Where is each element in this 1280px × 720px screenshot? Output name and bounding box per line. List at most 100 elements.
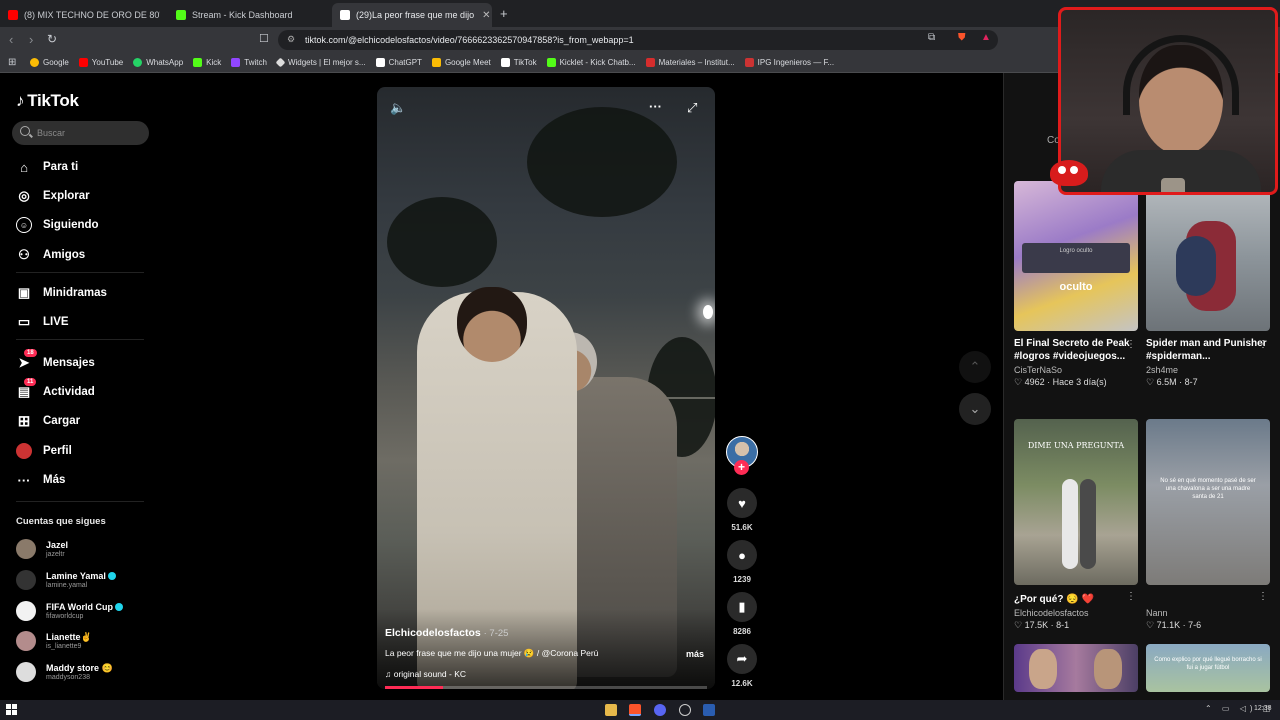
video-card[interactable]: Logro oculto oculto El Final Secreto de … bbox=[1014, 181, 1138, 388]
steam-icon[interactable] bbox=[703, 704, 715, 716]
followed-account[interactable]: Maddy store 😊 maddyson238 bbox=[16, 662, 113, 682]
save-button[interactable]: ▮ bbox=[727, 592, 757, 622]
bookmark-kicklet[interactable]: Kicklet - Kick Chatb... bbox=[546, 58, 636, 67]
bookmark-kick[interactable]: Kick bbox=[193, 58, 221, 67]
video-card[interactable]: No sé en qué momento pasé de ser una cha… bbox=[1146, 419, 1270, 631]
save-count: 8286 bbox=[733, 627, 751, 636]
bookmark-chatgpt[interactable]: ChatGPT bbox=[375, 58, 422, 67]
file-explorer-icon[interactable] bbox=[605, 704, 617, 716]
followed-account[interactable]: FIFA World Cup fifaworldcup bbox=[16, 601, 123, 621]
like-button[interactable]: ♥ bbox=[727, 488, 757, 518]
apps-grid-icon[interactable]: ⊞ bbox=[8, 57, 16, 68]
video-player[interactable]: 🔈 ··· ⤢ Elchicodelosfactos · 7-25 La peo… bbox=[377, 87, 715, 689]
brave-browser-icon[interactable] bbox=[629, 704, 641, 716]
caption-more-link[interactable]: más bbox=[686, 649, 704, 659]
translate-icon[interactable]: ⧉ bbox=[928, 32, 935, 43]
taskbar-clock[interactable]: 12:38 bbox=[1254, 705, 1272, 712]
browser-tab-tiktok[interactable]: (29)La peor frase que me dijo ✕ bbox=[332, 3, 492, 27]
follow-plus-icon[interactable]: + bbox=[734, 460, 749, 475]
bookmark-ipg[interactable]: IPG Ingenieros — F... bbox=[744, 58, 834, 67]
next-video-button[interactable]: ⌄ bbox=[959, 393, 991, 425]
previous-video-button[interactable]: ⌃ bbox=[959, 351, 991, 383]
video-thumbnail: No sé en qué momento pasé de ser una cha… bbox=[1146, 419, 1270, 585]
bookmark-twitch[interactable]: Twitch bbox=[231, 58, 267, 67]
followed-account[interactable]: Lianette✌️ is_lianette9 bbox=[16, 631, 92, 651]
bookmark-tiktok[interactable]: TikTok bbox=[500, 58, 537, 67]
start-button[interactable] bbox=[6, 704, 18, 716]
nav-mas[interactable]: ··· Más bbox=[16, 470, 66, 490]
nav-para-ti[interactable]: ⌂ Para ti bbox=[16, 157, 78, 177]
bookmark-google-meet[interactable]: Google Meet bbox=[431, 58, 491, 67]
followed-account[interactable]: Jazel jazeltr bbox=[16, 539, 68, 559]
new-tab-icon[interactable]: + bbox=[500, 6, 508, 21]
account-handle: jazeltr bbox=[46, 550, 65, 558]
nav-label: Siguiendo bbox=[43, 219, 99, 231]
reload-icon[interactable]: ↻ bbox=[47, 32, 57, 46]
address-bar[interactable]: ⚙ tiktok.com/@elchicodelosfactos/video/7… bbox=[278, 30, 998, 50]
volume-icon[interactable]: 🔈 bbox=[390, 100, 406, 116]
bookmark-whatsapp[interactable]: WhatsApp bbox=[133, 58, 183, 67]
fullscreen-icon[interactable]: ⤢ bbox=[687, 100, 697, 116]
card-more-icon[interactable]: ⋮ bbox=[1126, 339, 1136, 350]
forward-icon[interactable]: › bbox=[29, 32, 33, 47]
video-card[interactable]: Spider man and Punisher #spiderman... ⋮ … bbox=[1146, 181, 1270, 388]
bookmark-materiales[interactable]: Materiales – Institut... bbox=[645, 58, 735, 67]
nav-amigos[interactable]: ⚇ Amigos bbox=[16, 245, 85, 265]
card-more-icon[interactable]: ⋮ bbox=[1258, 339, 1268, 350]
video-card[interactable] bbox=[1014, 644, 1138, 692]
close-tab-icon[interactable]: ✕ bbox=[482, 10, 490, 21]
institute-icon bbox=[645, 58, 655, 67]
video-sound[interactable]: ♫ original sound - KC bbox=[385, 669, 466, 679]
comment-button[interactable]: ● bbox=[727, 540, 757, 570]
nav-label: Minidramas bbox=[43, 287, 107, 299]
video-caption: La peor frase que me dijo una mujer 😢 / … bbox=[385, 648, 599, 658]
video-scene bbox=[387, 197, 497, 287]
account-name: Maddy store 😊 bbox=[46, 662, 113, 673]
tiktok-logo-icon: ♪ bbox=[16, 91, 25, 110]
nav-label: Más bbox=[43, 474, 66, 486]
site-info-icon[interactable]: ⚙ bbox=[287, 34, 295, 45]
nav-mensajes[interactable]: ➤ 18 Mensajes bbox=[16, 349, 95, 373]
video-author[interactable]: Elchicodelosfactos · 7-25 bbox=[385, 627, 508, 639]
home-icon: ⌂ bbox=[20, 159, 28, 175]
bookmark-widgets[interactable]: Widgets | El mejor s... bbox=[275, 57, 366, 68]
rewards-icon[interactable]: ▲ bbox=[981, 32, 991, 43]
nav-live[interactable]: ▭ LIVE bbox=[16, 312, 69, 332]
nav-siguiendo[interactable]: ☺ Siguiendo bbox=[16, 215, 99, 235]
bookmark-google[interactable]: Google bbox=[30, 58, 69, 67]
following-icon: ☺ bbox=[16, 217, 32, 233]
card-more-icon[interactable]: ⋮ bbox=[1258, 591, 1268, 602]
thumbnail-figure bbox=[1176, 236, 1216, 296]
video-progress-bar[interactable] bbox=[385, 686, 707, 689]
browser-tab-youtube[interactable]: (8) MIX TECHNO DE ORO DE 80's & bbox=[0, 3, 160, 27]
bookmark-icon[interactable]: ☐ bbox=[259, 32, 269, 45]
bookmark-youtube[interactable]: YouTube bbox=[78, 58, 123, 67]
nav-explorar[interactable]: ◎ Explorar bbox=[16, 186, 89, 206]
nav-perfil[interactable]: Perfil bbox=[16, 441, 72, 461]
thumbnail-text: Logro oculto bbox=[1059, 248, 1093, 254]
followed-account[interactable]: Lamine Yamal lamine.yamal bbox=[16, 570, 116, 590]
nav-actividad[interactable]: ▤ 11 Actividad bbox=[16, 378, 95, 402]
video-card[interactable]: Como explico por qué llegué borracho si … bbox=[1146, 644, 1270, 692]
messages-badge: 18 bbox=[24, 349, 37, 357]
card-more-icon[interactable]: ⋮ bbox=[1126, 591, 1136, 602]
whatsapp-icon bbox=[133, 58, 143, 67]
card-user: CisTerNaSo bbox=[1014, 365, 1063, 375]
back-icon[interactable]: ‹ bbox=[9, 32, 13, 47]
webcam-face bbox=[1139, 45, 1223, 155]
nav-cargar[interactable]: ⊞ Cargar bbox=[16, 411, 80, 431]
like-count: 51.6K bbox=[731, 523, 753, 532]
more-options-icon[interactable]: ··· bbox=[649, 99, 662, 114]
share-button[interactable]: ➦ bbox=[727, 644, 757, 674]
discord-icon[interactable] bbox=[654, 704, 666, 716]
obs-icon[interactable] bbox=[679, 704, 691, 716]
video-card[interactable]: DIME UNA PREGUNTA ¿Por qué? 😔 ❤️ ⋮ Elchi… bbox=[1014, 419, 1138, 631]
browser-tab-kick[interactable]: Stream - Kick Dashboard bbox=[168, 3, 328, 27]
brave-shield-icon[interactable]: ⛊ bbox=[958, 32, 966, 43]
search-input[interactable]: Buscar bbox=[12, 121, 149, 145]
nav-minidramas[interactable]: ▣ Minidramas bbox=[16, 283, 107, 303]
avatar bbox=[16, 662, 36, 682]
nav-label: Actividad bbox=[43, 386, 95, 398]
tiktok-logo[interactable]: ♪ TikTok bbox=[16, 91, 79, 111]
nav-label: Mensajes bbox=[43, 357, 95, 369]
